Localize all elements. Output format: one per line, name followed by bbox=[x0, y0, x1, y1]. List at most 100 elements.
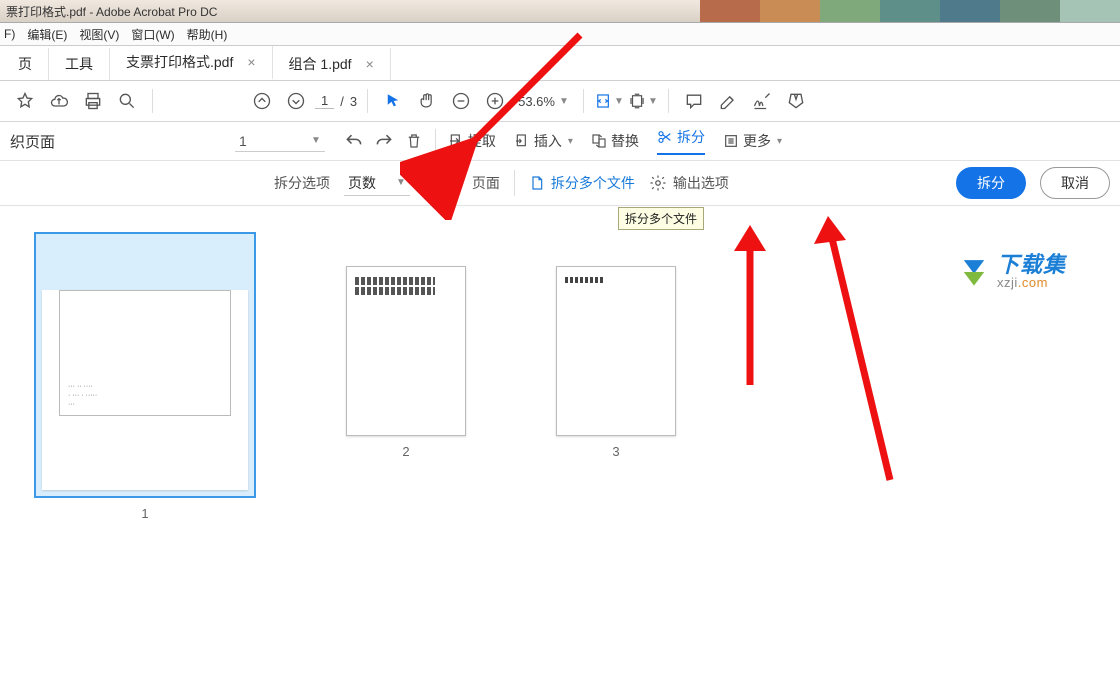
menu-view[interactable]: 视图(V) bbox=[79, 26, 119, 43]
watermark-domain: xzji.com bbox=[997, 276, 1066, 289]
menu-edit[interactable]: 编辑(E) bbox=[27, 26, 67, 43]
tooltip: 拆分多个文件 bbox=[618, 207, 704, 230]
page-selector[interactable]: 1 ▼ bbox=[235, 131, 325, 152]
chevron-down-icon: ▼ bbox=[648, 96, 658, 107]
undo-icon[interactable] bbox=[339, 126, 369, 156]
scroll-icon[interactable]: ▼ bbox=[628, 86, 658, 116]
page-current[interactable]: 1 bbox=[315, 93, 334, 109]
star-icon[interactable] bbox=[10, 86, 40, 116]
window-title: 票打印格式.pdf - Adobe Acrobat Pro DC bbox=[6, 3, 217, 20]
split-confirm-label: 拆分 bbox=[977, 173, 1005, 193]
download-icon bbox=[957, 255, 991, 289]
page-indicator: 1 / 3 bbox=[315, 93, 357, 109]
menu-window[interactable]: 窗口(W) bbox=[131, 26, 174, 43]
highlight-icon[interactable] bbox=[713, 86, 743, 116]
zoom-out-icon[interactable] bbox=[446, 86, 476, 116]
separator bbox=[152, 89, 153, 113]
separator bbox=[367, 89, 368, 113]
tab-active[interactable]: 支票打印格式.pdf × bbox=[110, 46, 273, 80]
tab-home[interactable]: 页 bbox=[2, 48, 49, 80]
comment-icon[interactable] bbox=[679, 86, 709, 116]
insert-button[interactable]: 插入 ▾ bbox=[514, 131, 573, 151]
zoom-value[interactable]: 53.6% ▼ bbox=[514, 94, 573, 109]
more-label: 更多 bbox=[743, 131, 771, 151]
separator bbox=[435, 129, 436, 153]
split-button[interactable]: 拆分 bbox=[657, 127, 705, 155]
stamp-icon[interactable] bbox=[781, 86, 811, 116]
extract-button[interactable]: 提取 bbox=[448, 131, 496, 151]
zoom-text: 53.6% bbox=[518, 94, 555, 109]
page-total: 3 bbox=[350, 94, 357, 109]
zoom-in-icon[interactable] bbox=[480, 86, 510, 116]
chevron-down-icon: ▼ bbox=[559, 96, 569, 107]
thumb-1[interactable]: ··· ·· ····· ··· · ········ 1 bbox=[34, 232, 256, 521]
page-thumbnail bbox=[556, 266, 676, 436]
menu-file[interactable]: F) bbox=[4, 27, 15, 41]
close-icon[interactable]: × bbox=[366, 56, 374, 72]
fit-icon[interactable]: ▼ bbox=[594, 86, 624, 116]
split-label: 拆分 bbox=[677, 127, 705, 147]
split-multiple-button[interactable]: 拆分多个文件 bbox=[529, 173, 635, 193]
cloud-up-icon[interactable] bbox=[44, 86, 74, 116]
scissors-icon bbox=[657, 129, 673, 145]
more-button[interactable]: 更多 ▾ bbox=[723, 131, 782, 151]
redo-icon[interactable] bbox=[369, 126, 399, 156]
titlebar: 票打印格式.pdf - Adobe Acrobat Pro DC bbox=[0, 0, 1120, 23]
close-icon[interactable]: × bbox=[247, 54, 255, 70]
page-number: 2 bbox=[402, 444, 409, 459]
replace-label: 替换 bbox=[611, 131, 639, 151]
page-selector-value: 1 bbox=[239, 133, 279, 149]
chevron-down-icon: ▼ bbox=[614, 96, 624, 107]
thumbnail-area: ··· ·· ····· ··· · ········ 1 2 3 bbox=[0, 206, 1120, 547]
trash-icon[interactable] bbox=[399, 126, 429, 156]
split-mode-select[interactable]: 页数 ▼ bbox=[344, 171, 410, 196]
thumb-3[interactable]: 3 bbox=[556, 266, 676, 459]
split-count-input[interactable] bbox=[424, 173, 458, 194]
menubar: F) 编辑(E) 视图(V) 窗口(W) 帮助(H) bbox=[0, 23, 1120, 46]
tabstrip: 页 工具 支票打印格式.pdf × 组合 1.pdf × bbox=[0, 46, 1120, 81]
split-confirm-button[interactable]: 拆分 bbox=[956, 167, 1026, 199]
page-sep: / bbox=[340, 94, 344, 109]
page-thumbnail: ··· ·· ····· ··· · ········ bbox=[42, 290, 248, 490]
page-thumbnail bbox=[346, 266, 466, 436]
separator bbox=[514, 170, 515, 196]
sign-icon[interactable] bbox=[747, 86, 777, 116]
hand-icon[interactable] bbox=[412, 86, 442, 116]
page-number: 1 bbox=[141, 506, 148, 521]
separator bbox=[668, 89, 669, 113]
menu-help[interactable]: 帮助(H) bbox=[187, 26, 228, 43]
watermark-name: 下载集 bbox=[997, 254, 1066, 276]
extract-icon bbox=[448, 133, 464, 149]
cancel-label: 取消 bbox=[1061, 173, 1089, 193]
split-multiple-label: 拆分多个文件 bbox=[551, 173, 635, 193]
search-icon[interactable] bbox=[112, 86, 142, 116]
tab-other[interactable]: 组合 1.pdf × bbox=[273, 48, 391, 80]
tab-tools-label: 工具 bbox=[65, 54, 93, 74]
chevron-down-icon: ▾ bbox=[777, 136, 782, 147]
replace-button[interactable]: 替换 bbox=[591, 131, 639, 151]
insert-icon bbox=[514, 133, 530, 149]
document-icon bbox=[529, 174, 545, 192]
cancel-button[interactable]: 取消 bbox=[1040, 167, 1110, 199]
print-icon[interactable] bbox=[78, 86, 108, 116]
watermark: 下载集 xzji.com bbox=[957, 254, 1066, 289]
thumb-2[interactable]: 2 bbox=[346, 266, 466, 459]
tab-tools[interactable]: 工具 bbox=[49, 48, 110, 80]
output-options-button[interactable]: 输出选项 bbox=[649, 173, 729, 193]
titlebar-decor bbox=[700, 0, 1120, 22]
split-options-label: 拆分选项 bbox=[274, 173, 330, 193]
organize-bar: 织页面 1 ▼ 提取 插入 ▾ 替换 拆分 更多 ▾ bbox=[0, 122, 1120, 161]
page-number: 3 bbox=[612, 444, 619, 459]
split-mode-value: 页数 bbox=[348, 173, 376, 193]
tab-other-label: 组合 1.pdf bbox=[289, 54, 352, 74]
more-icon bbox=[723, 133, 739, 149]
replace-icon bbox=[591, 133, 607, 149]
page-down-icon[interactable] bbox=[281, 86, 311, 116]
page-up-icon[interactable] bbox=[247, 86, 277, 116]
insert-label: 插入 bbox=[534, 131, 562, 151]
unit-label: 页面 bbox=[472, 173, 500, 193]
pointer-icon[interactable] bbox=[378, 86, 408, 116]
chevron-down-icon: ▾ bbox=[568, 136, 573, 147]
output-options-label: 输出选项 bbox=[673, 173, 729, 193]
gear-icon bbox=[649, 174, 667, 192]
